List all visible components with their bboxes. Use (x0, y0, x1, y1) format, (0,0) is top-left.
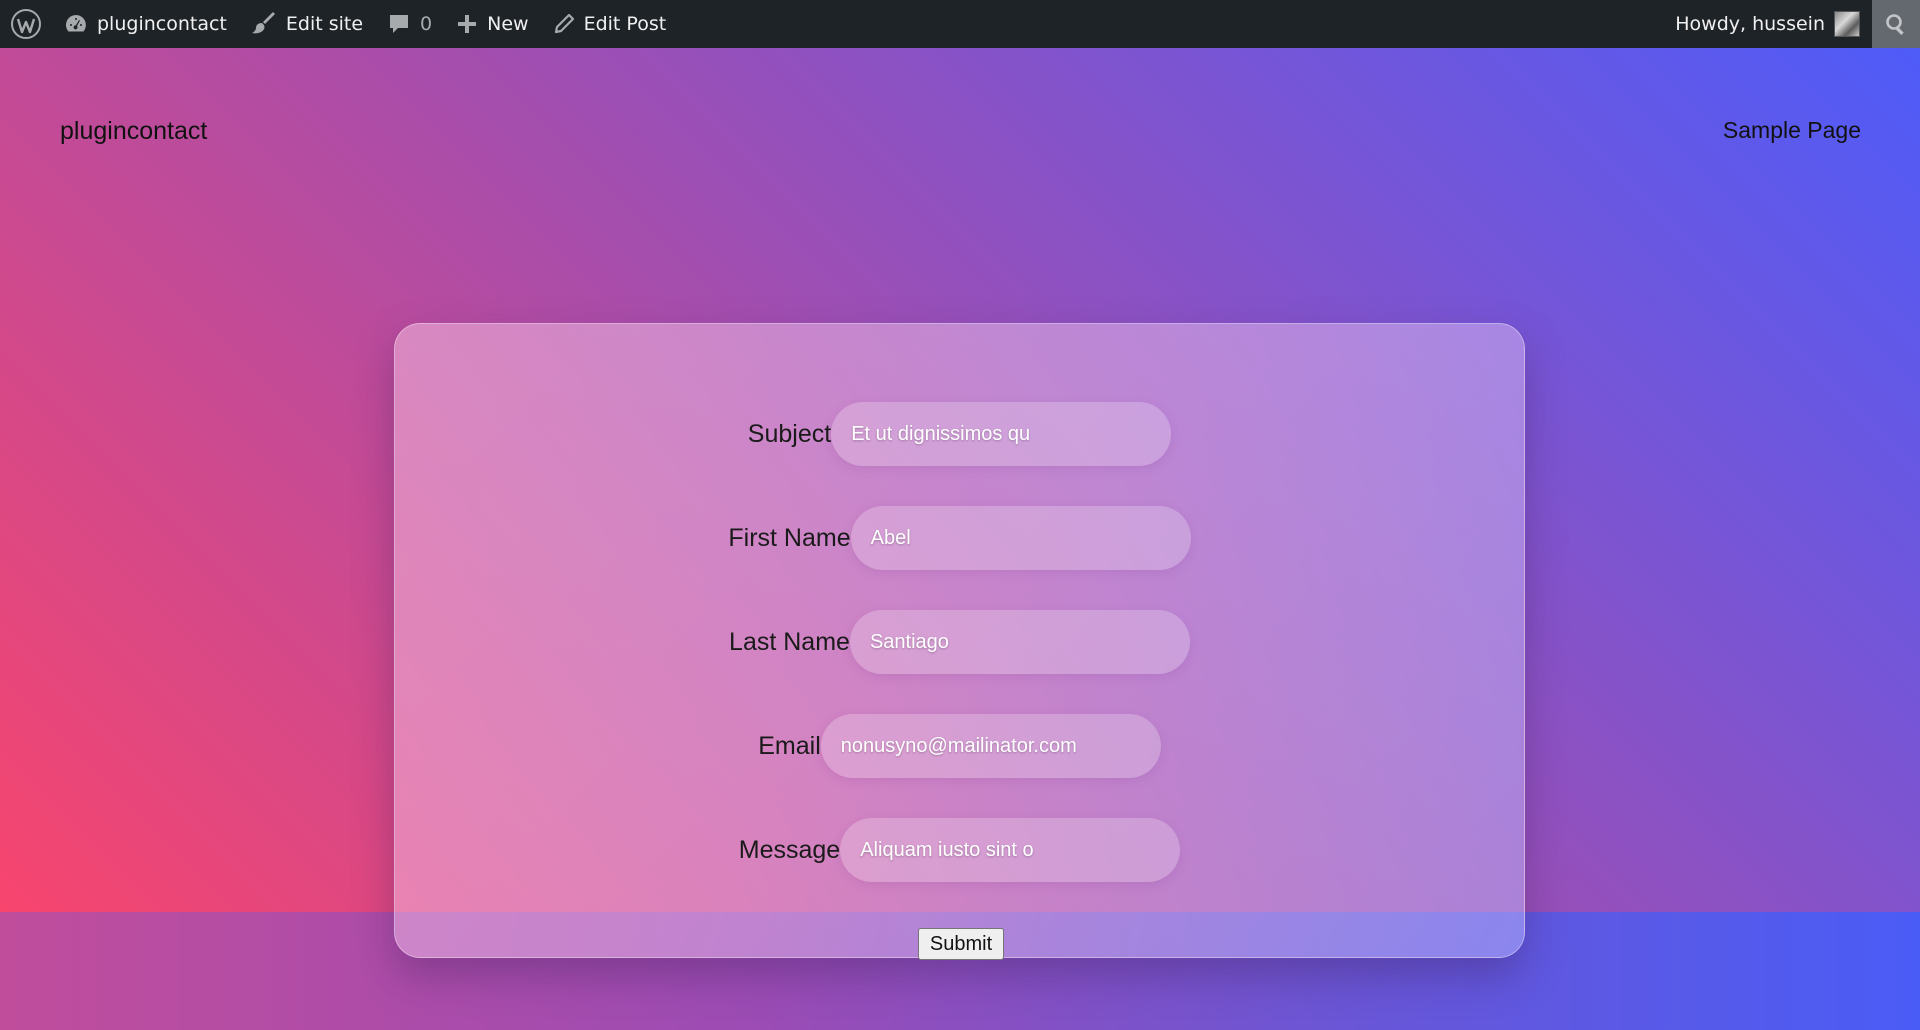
comments-link[interactable]: 0 (375, 0, 444, 48)
site-name-label: plugincontact (97, 13, 227, 35)
edit-site-label: Edit site (285, 13, 364, 35)
new-content-menu[interactable]: New (444, 0, 540, 48)
message-label: Message (738, 835, 841, 864)
pencil-icon (553, 13, 575, 35)
new-label: New (487, 13, 529, 35)
site-title[interactable]: plugincontact (60, 117, 207, 146)
admin-bar: plugincontact Edit site 0 New Edit Post … (0, 0, 1920, 48)
search-icon (1884, 12, 1908, 36)
wordpress-menu[interactable] (0, 0, 52, 48)
email-input[interactable]: nonusyno@mailinator.com (820, 714, 1161, 778)
brush-icon (251, 12, 277, 36)
subject-input[interactable]: Et ut dignissimos qu (831, 402, 1172, 466)
edit-site-link[interactable]: Edit site (239, 0, 375, 48)
last-name-row: Last Name Santiago (395, 610, 1524, 674)
first-name-label: First Name (728, 523, 851, 552)
email-label: Email (758, 731, 821, 760)
contact-form-card: Subject Et ut dignissimos qu First Name … (394, 323, 1525, 960)
message-input[interactable]: Aliquam iusto sint o (840, 818, 1181, 882)
wordpress-logo-icon (10, 8, 42, 40)
email-row: Email nonusyno@mailinator.com (395, 714, 1524, 778)
first-name-input[interactable]: Abel (850, 506, 1191, 570)
edit-post-label: Edit Post (583, 13, 667, 35)
last-name-input[interactable]: Santiago (849, 610, 1190, 674)
last-name-label: Last Name (729, 627, 850, 656)
admin-search-button[interactable] (1872, 0, 1920, 48)
dashboard-icon (64, 12, 88, 36)
nav-sample-page[interactable]: Sample Page (1723, 117, 1861, 144)
first-name-row: First Name Abel (395, 506, 1524, 570)
edit-post-link[interactable]: Edit Post (541, 0, 679, 48)
site-name-menu[interactable]: plugincontact (52, 0, 239, 48)
howdy-label: Howdy, hussein (1675, 13, 1825, 35)
comments-count: 0 (420, 13, 433, 35)
comment-bubble-icon (387, 12, 411, 36)
submit-button[interactable]: Submit (918, 928, 1004, 960)
avatar (1834, 11, 1860, 37)
my-account-menu[interactable]: Howdy, hussein (1663, 0, 1866, 48)
plus-icon (456, 13, 478, 35)
subject-row: Subject Et ut dignissimos qu (395, 402, 1524, 466)
message-row: Message Aliquam iusto sint o (395, 818, 1524, 882)
subject-label: Subject (747, 419, 832, 448)
